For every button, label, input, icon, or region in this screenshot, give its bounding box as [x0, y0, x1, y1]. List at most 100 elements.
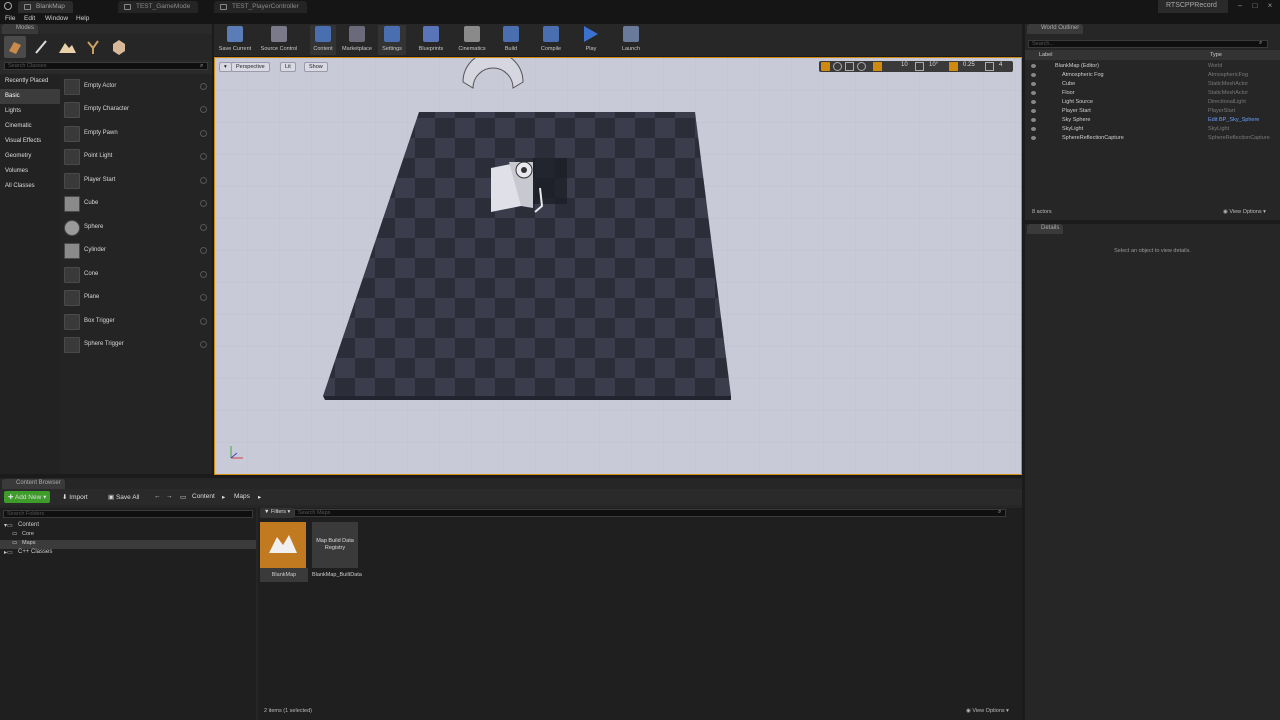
list-item-player-start[interactable]: Player Start	[60, 170, 212, 193]
tab-world-outliner[interactable]: World Outliner	[1027, 24, 1084, 34]
info-icon[interactable]	[200, 153, 207, 160]
visibility-icon[interactable]	[1031, 91, 1036, 95]
column-label[interactable]: Label	[1039, 52, 1052, 58]
list-item-cone[interactable]: Cone	[60, 264, 212, 287]
import-button[interactable]: ⬇ Import	[58, 491, 92, 503]
info-icon[interactable]	[200, 341, 207, 348]
grid-snap-icon[interactable]	[873, 62, 882, 71]
info-icon[interactable]	[200, 224, 207, 231]
info-icon[interactable]	[200, 294, 207, 301]
info-icon[interactable]	[200, 200, 207, 207]
menu-edit[interactable]: Edit	[24, 15, 35, 22]
list-item-cylinder[interactable]: Cylinder	[60, 240, 212, 263]
tree-item-core[interactable]: ▭ Core	[0, 531, 256, 540]
tree-item-maps[interactable]: ▭ Maps	[0, 540, 256, 549]
info-icon[interactable]	[200, 177, 207, 184]
tab-blankmap[interactable]: BlankMap	[18, 1, 73, 13]
rotation-snap-icon[interactable]	[915, 62, 924, 71]
column-type[interactable]: Type	[1210, 52, 1222, 58]
list-item-empty-pawn[interactable]: Empty Pawn	[60, 123, 212, 146]
show-button[interactable]: Show	[304, 62, 328, 72]
list-item-sphere[interactable]: Sphere	[60, 217, 212, 240]
category-volumes[interactable]: Volumes	[0, 164, 60, 179]
perspective-button[interactable]: Perspective	[231, 62, 270, 72]
geometry-mode-icon[interactable]	[108, 36, 130, 58]
grid-snap-value[interactable]: 10	[901, 62, 908, 68]
tab-details[interactable]: Details	[1027, 224, 1064, 234]
breadcrumb-content[interactable]: Content	[188, 491, 219, 503]
build-button[interactable]: Build	[498, 25, 524, 55]
info-icon[interactable]	[200, 106, 207, 113]
foliage-mode-icon[interactable]	[82, 36, 104, 58]
rotation-snap-value[interactable]: 10°	[929, 62, 938, 68]
tree-item-cpp-classes[interactable]: ▸▭ C++ Classes	[0, 549, 256, 558]
place-mode-icon[interactable]	[4, 36, 26, 58]
content-view-options-button[interactable]: ◉ View Options ▾	[966, 708, 1009, 714]
minimize-icon[interactable]: –	[1234, 1, 1246, 11]
category-cinematic[interactable]: Cinematic	[0, 119, 60, 134]
category-all-classes[interactable]: All Classes	[0, 179, 60, 194]
translate-mode-icon[interactable]	[821, 62, 830, 71]
blueprints-button[interactable]: Blueprints	[414, 25, 448, 55]
list-item-empty-actor[interactable]: Empty Actor	[60, 76, 212, 99]
list-item-empty-character[interactable]: Empty Character	[60, 99, 212, 122]
visibility-icon[interactable]	[1031, 64, 1036, 68]
rotate-mode-icon[interactable]	[833, 62, 842, 71]
category-visual-effects[interactable]: Visual Effects	[0, 134, 60, 149]
search-folders-input[interactable]: Search Folders	[3, 510, 253, 518]
outliner-row-skylight[interactable]: SkyLight SkyLight	[1025, 125, 1280, 134]
scale-mode-icon[interactable]	[845, 62, 854, 71]
outliner-row-cube[interactable]: Cube StaticMeshActor	[1025, 80, 1280, 89]
info-icon[interactable]	[200, 318, 207, 325]
info-icon[interactable]	[200, 130, 207, 137]
filters-button[interactable]: ▼ Filters ▾	[260, 508, 295, 518]
outliner-view-options-button[interactable]: ◉ View Options ▾	[1223, 209, 1266, 215]
outliner-row-floor[interactable]: Floor StaticMeshActor	[1025, 89, 1280, 98]
scale-snap-value[interactable]: 0.25	[963, 62, 975, 68]
save-current-button[interactable]: Save Current	[216, 25, 254, 55]
info-icon[interactable]	[200, 83, 207, 90]
camera-speed-value[interactable]: 4	[999, 62, 1002, 68]
edit-blueprint-link[interactable]: Edit BP_Sky_Sphere	[1208, 117, 1259, 123]
lit-button[interactable]: Lit	[280, 62, 296, 72]
tab-test-playercontroller[interactable]: TEST_PlayerController	[214, 1, 307, 13]
world-space-icon[interactable]	[857, 62, 866, 71]
source-control-button[interactable]: Source Control	[258, 25, 300, 55]
outliner-row-sky-sphere[interactable]: Sky Sphere Edit BP_Sky_Sphere	[1025, 116, 1280, 125]
cinematics-button[interactable]: Cinematics	[454, 25, 490, 55]
outliner-row-player-start[interactable]: Player Start PlayerStart	[1025, 107, 1280, 116]
tab-content-browser[interactable]: Content Browser	[2, 479, 65, 489]
visibility-icon[interactable]	[1031, 100, 1036, 104]
landscape-mode-icon[interactable]	[56, 36, 78, 58]
outliner-search-input[interactable]: Search...	[1028, 40, 1268, 48]
close-icon[interactable]: ×	[1264, 1, 1276, 11]
info-icon[interactable]	[200, 247, 207, 254]
visibility-icon[interactable]	[1031, 127, 1036, 131]
asset-blankmap[interactable]: BlankMap	[260, 522, 308, 586]
list-item-point-light[interactable]: Point Light	[60, 146, 212, 169]
visibility-icon[interactable]	[1031, 118, 1036, 122]
list-item-box-trigger[interactable]: Box Trigger	[60, 311, 212, 334]
search-classes-input[interactable]: Search Classes	[4, 62, 208, 70]
category-basic[interactable]: Basic	[0, 89, 60, 104]
visibility-icon[interactable]	[1031, 136, 1036, 140]
info-icon[interactable]	[200, 271, 207, 278]
visibility-icon[interactable]	[1031, 109, 1036, 113]
asset-blankmap-builtdata[interactable]: Map Build Data Registry BlankMap_BuiltDa…	[312, 522, 362, 586]
marketplace-button[interactable]: Marketplace	[338, 25, 376, 55]
outliner-row-light-source[interactable]: Light Source DirectionalLight	[1025, 98, 1280, 107]
menu-help[interactable]: Help	[76, 15, 89, 22]
tab-test-gamemode[interactable]: TEST_GameMode	[118, 1, 199, 13]
category-lights[interactable]: Lights	[0, 104, 60, 119]
play-button[interactable]: Play	[578, 25, 604, 55]
list-item-sphere-trigger[interactable]: Sphere Trigger	[60, 334, 212, 357]
menu-file[interactable]: File	[5, 15, 15, 22]
category-geometry[interactable]: Geometry	[0, 149, 60, 164]
tree-item-content[interactable]: ▾▭ Content	[0, 522, 256, 531]
visibility-icon[interactable]	[1031, 82, 1036, 86]
menu-window[interactable]: Window	[45, 15, 68, 22]
level-viewport[interactable]: ▾ Perspective Lit Show 10 10° 0.25 4	[214, 57, 1022, 475]
scale-snap-icon[interactable]	[949, 62, 958, 71]
save-all-button[interactable]: ▣ Save All	[104, 491, 143, 503]
launch-button[interactable]: Launch	[618, 25, 644, 55]
